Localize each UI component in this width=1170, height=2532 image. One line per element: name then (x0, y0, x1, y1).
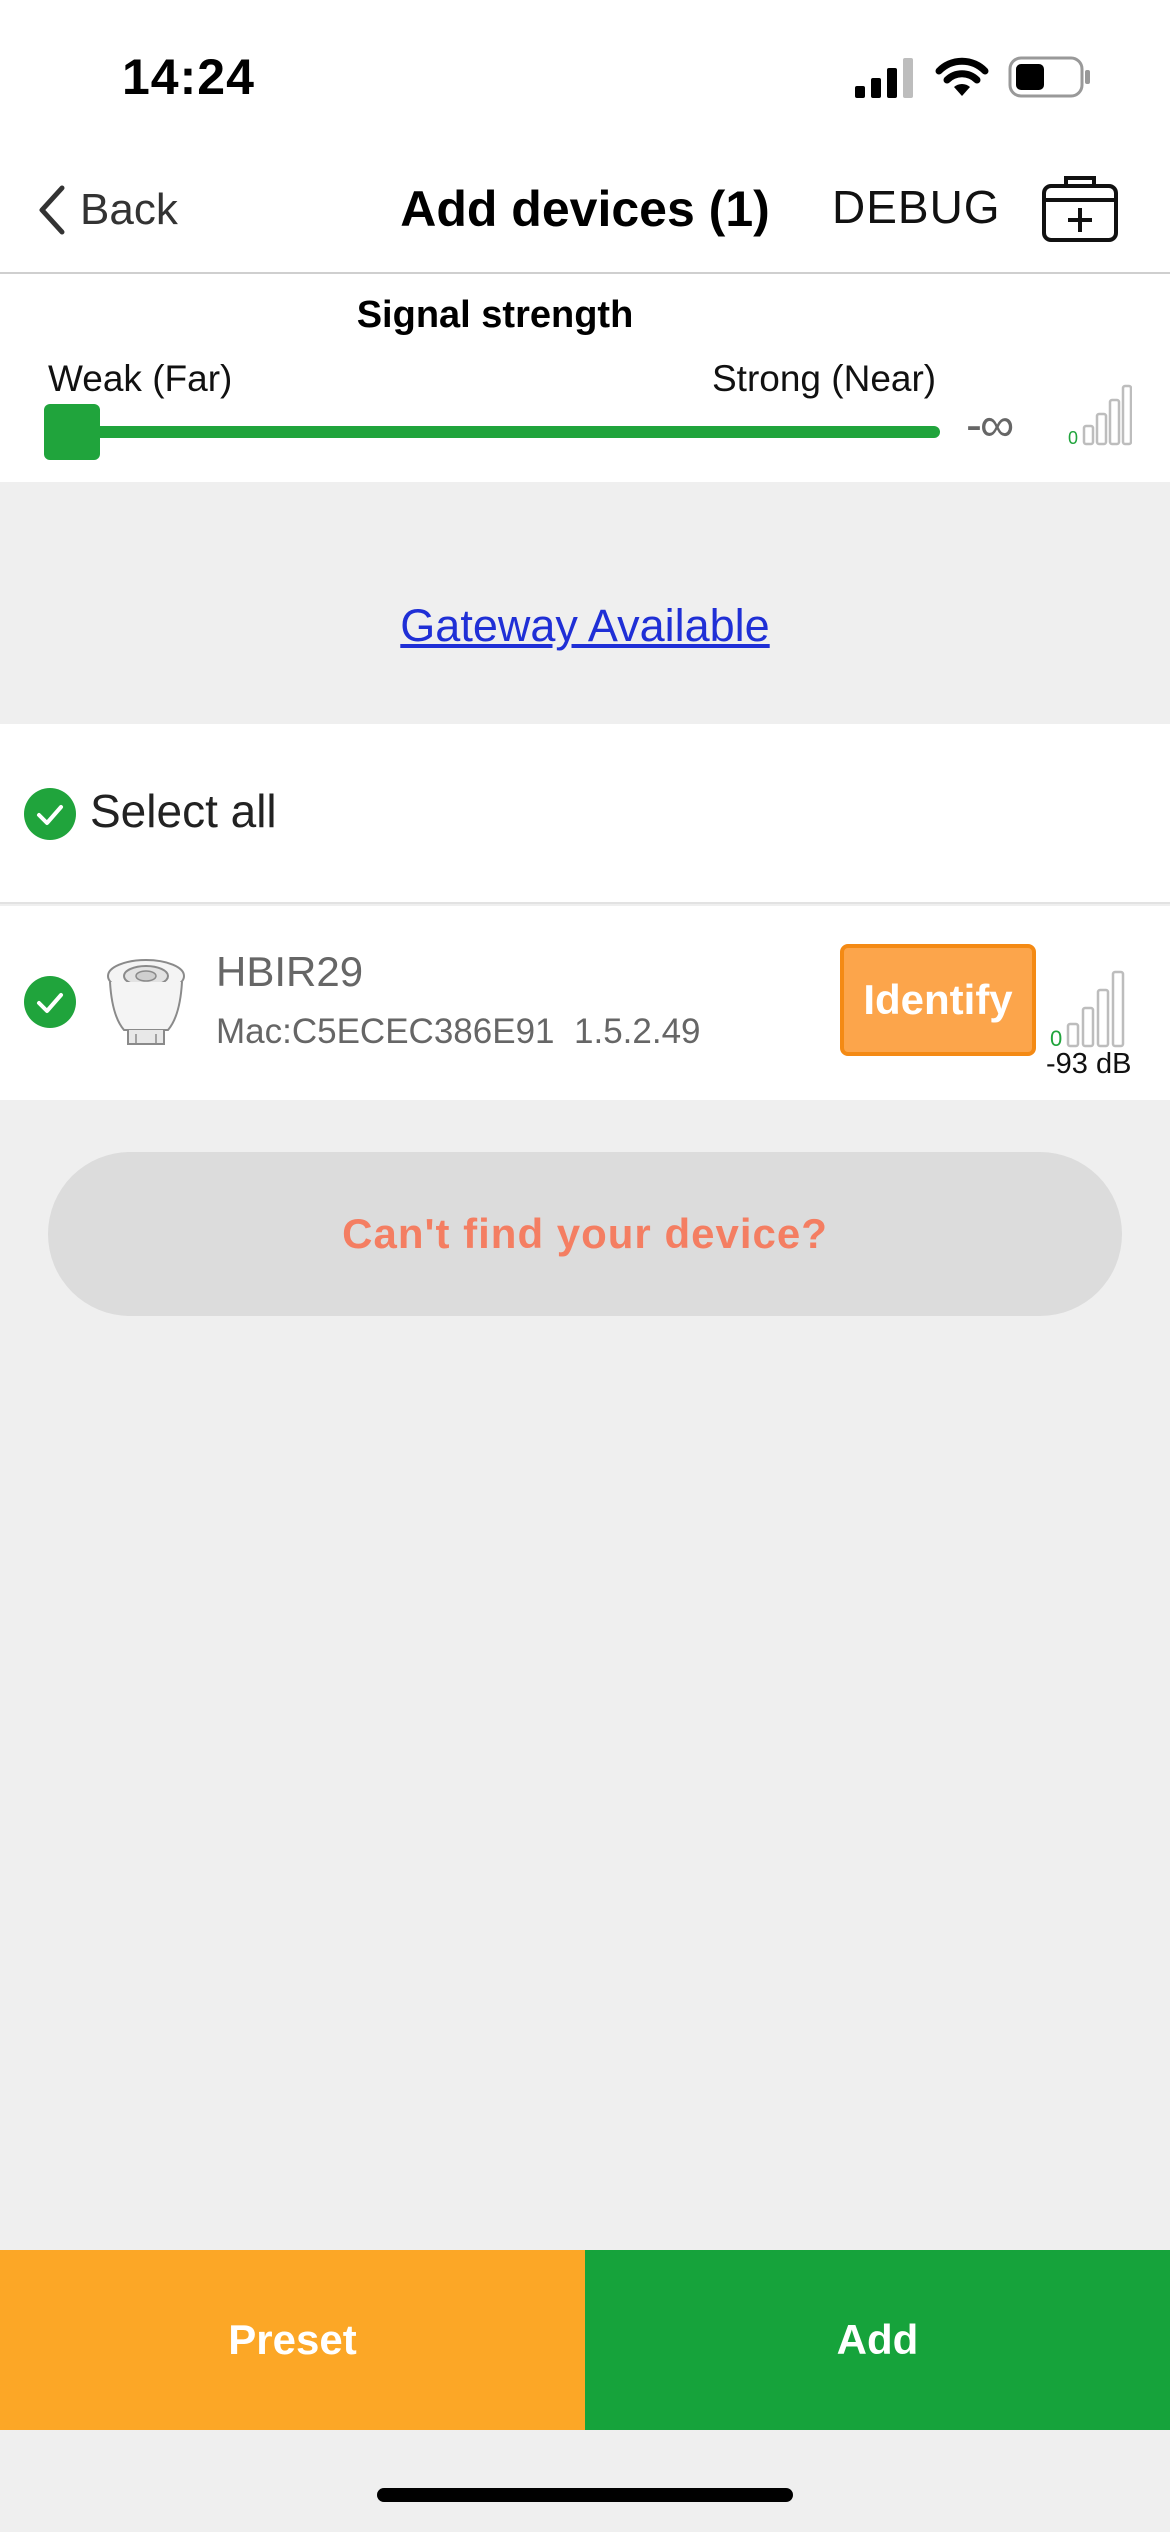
check-circle-icon[interactable] (24, 976, 76, 1028)
signal-strength-panel: Signal strength Weak (Far) Strong (Near)… (0, 274, 1170, 482)
device-firmware: 1.5.2.49 (574, 1012, 701, 1051)
cant-find-device-button[interactable]: Can't find your device? (48, 1152, 1122, 1316)
page-title: Add devices (1) (400, 181, 770, 237)
bars-count-label: 0 (1068, 428, 1078, 446)
device-row[interactable]: HBIR29 Mac:C5ECEC386E91 1.5.2.49 Identif… (0, 906, 1170, 1100)
chevron-left-icon (39, 185, 65, 235)
signal-strength-title: Signal strength (356, 294, 634, 336)
signal-slider-track[interactable] (60, 426, 940, 438)
sensor-device-icon (107, 959, 185, 1045)
check-circle-icon[interactable] (24, 788, 76, 840)
device-name: HBIR29 (216, 948, 364, 995)
weak-label: Weak (Far) (48, 358, 233, 399)
battery-icon (1008, 56, 1090, 98)
nav-bar: Back Add devices (1) DEBUG (0, 150, 1170, 274)
back-label: Back (80, 185, 178, 234)
device-rssi: -93 dB (1046, 1048, 1132, 1080)
first-aid-kit-icon[interactable] (1040, 172, 1120, 244)
select-all-row[interactable]: Select all (0, 724, 1170, 904)
cellular-signal-icon (855, 58, 913, 98)
bars-count-label: 0 (1050, 1026, 1062, 1048)
signal-bars-icon: 0 (1050, 970, 1125, 1048)
status-time: 14:24 (122, 49, 255, 105)
strong-label: Strong (Near) (712, 358, 937, 399)
back-button[interactable]: Back (36, 178, 178, 242)
gateway-available-link[interactable]: Gateway Available (0, 600, 1170, 652)
preset-button[interactable]: Preset (0, 2250, 585, 2430)
signal-bars-icon: 0 (1068, 384, 1132, 446)
signal-slider-thumb[interactable] (44, 404, 100, 460)
identify-button[interactable]: Identify (840, 944, 1036, 1056)
debug-button[interactable]: DEBUG (832, 180, 1001, 234)
home-indicator (377, 2488, 793, 2502)
status-bar: 14:24 (0, 0, 1170, 150)
wifi-icon (935, 57, 989, 96)
add-button[interactable]: Add (585, 2250, 1170, 2430)
signal-threshold-value: -∞ (966, 399, 1014, 452)
select-all-label: Select all (90, 785, 277, 837)
device-mac: Mac:C5ECEC386E91 (216, 1012, 555, 1051)
